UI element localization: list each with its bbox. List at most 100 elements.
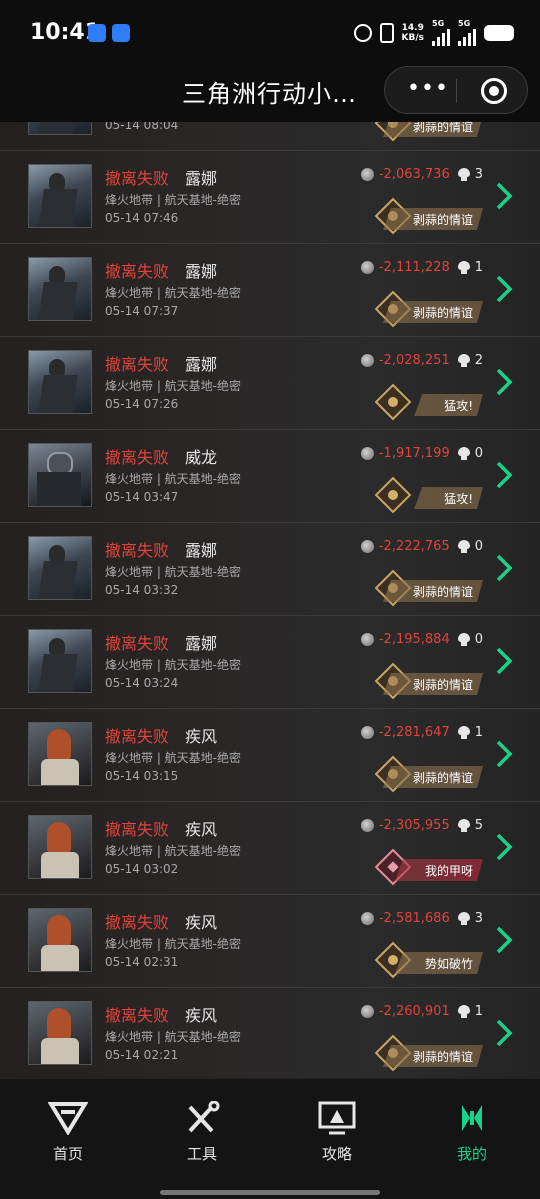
chevron-right-icon[interactable] xyxy=(494,460,514,490)
operator-name: 露娜 xyxy=(185,355,218,374)
operator-name: 露娜 xyxy=(185,262,218,281)
match-history-list-inner: 撤离失败 05-14 08:04 剥蒜的情谊 撤离失败 露娜 烽火地带 | 航天… xyxy=(0,122,540,1078)
capsule-close-icon[interactable] xyxy=(481,78,507,104)
operator-avatar xyxy=(28,536,92,600)
signal-2: 5G xyxy=(458,20,476,46)
skull-icon xyxy=(457,261,470,274)
operator-avatar xyxy=(28,908,92,972)
achievement-badge: 剥蒜的情谊 xyxy=(383,673,483,695)
match-record-row[interactable]: 撤离失败 露娜 烽火地带 | 航天基地-绝密 05-14 03:32 -2,22… xyxy=(0,523,540,616)
operator-name: 露娜 xyxy=(185,169,218,188)
asset-change-value: -2,063,736 xyxy=(378,167,450,182)
skull-icon xyxy=(457,354,470,367)
operator-avatar xyxy=(28,1001,92,1065)
coin-icon xyxy=(360,633,374,646)
achievement-badge: 剥蒜的情谊 xyxy=(383,1045,483,1067)
kill-count: 0 xyxy=(474,539,483,554)
chevron-right-icon[interactable] xyxy=(494,1018,514,1048)
match-record-row[interactable]: 撤离失败 威龙 烽火地带 | 航天基地-绝密 05-14 03:47 -1,91… xyxy=(0,430,540,523)
skull-icon xyxy=(457,1005,470,1018)
asset-change-value: -2,222,765 xyxy=(378,539,450,554)
value-and-kills: -2,260,901 1 xyxy=(360,1004,483,1019)
skull-icon xyxy=(457,168,470,181)
skull-icon xyxy=(457,447,470,460)
home-indicator[interactable] xyxy=(160,1190,380,1195)
value-and-kills: -2,111,228 1 xyxy=(360,260,483,275)
map-name: 烽火地带 | 航天基地-绝密 xyxy=(105,937,242,951)
tab-guide[interactable]: 攻略 xyxy=(297,1101,377,1164)
match-record-row[interactable]: 撤离失败 露娜 烽火地带 | 航天基地-绝密 05-14 03:24 -2,19… xyxy=(0,616,540,709)
guide-monitor-icon xyxy=(318,1101,356,1135)
tab-label: 攻略 xyxy=(321,1145,352,1163)
map-name: 烽火地带 | 航天基地-绝密 xyxy=(105,658,242,672)
kill-count: 1 xyxy=(474,1004,483,1019)
extraction-status: 撤离失败 xyxy=(105,1006,170,1025)
asset-change-value: -2,305,955 xyxy=(378,818,450,833)
tab-profile[interactable]: 我的 xyxy=(432,1101,512,1164)
chevron-right-icon[interactable] xyxy=(494,646,514,676)
match-record-row[interactable]: 撤离失败 05-14 08:04 剥蒜的情谊 xyxy=(0,122,540,151)
chevron-right-icon[interactable] xyxy=(494,925,514,955)
achievement-badge: 剥蒜的情谊 xyxy=(383,208,483,230)
achievement-badge: 剥蒜的情谊 xyxy=(383,301,483,323)
skull-icon xyxy=(457,540,470,553)
chevron-right-icon[interactable] xyxy=(494,739,514,769)
coin-icon xyxy=(360,447,374,460)
match-record-row[interactable]: 撤离失败 疾风 烽火地带 | 航天基地-绝密 05-14 02:31 -2,58… xyxy=(0,895,540,988)
coin-icon xyxy=(360,168,374,181)
operator-name: 疾风 xyxy=(185,1006,218,1025)
chevron-right-icon[interactable] xyxy=(494,553,514,583)
kill-count: 0 xyxy=(474,632,483,647)
coin-icon xyxy=(360,354,374,367)
battery-icon xyxy=(484,25,514,41)
value-and-kills: -2,281,647 1 xyxy=(360,725,483,740)
achievement-badge: 势如破竹 xyxy=(395,952,483,974)
map-name: 烽火地带 | 航天基地-绝密 xyxy=(105,844,242,858)
extraction-status: 撤离失败 xyxy=(105,913,170,932)
match-record-row[interactable]: 撤离失败 疾风 烽火地带 | 航天基地-绝密 05-14 03:02 -2,30… xyxy=(0,802,540,895)
vibrate-icon xyxy=(379,23,394,43)
more-dots-icon[interactable]: ••• xyxy=(407,78,449,100)
extraction-status: 撤离失败 xyxy=(105,634,170,653)
match-record-row[interactable]: 撤离失败 露娜 烽火地带 | 航天基地-绝密 05-14 07:46 -2,06… xyxy=(0,151,540,244)
home-logo-icon xyxy=(48,1102,88,1135)
skull-icon xyxy=(457,819,470,832)
extraction-status: 撤离失败 xyxy=(105,727,170,746)
match-time: 05-14 03:32 xyxy=(105,583,179,597)
asset-change-value: -2,281,647 xyxy=(378,725,450,740)
match-history-list[interactable]: 撤离失败 05-14 08:04 剥蒜的情谊 撤离失败 露娜 烽火地带 | 航天… xyxy=(0,122,540,1078)
map-name: 烽火地带 | 航天基地-绝密 xyxy=(105,751,242,765)
coin-icon xyxy=(360,912,374,925)
chevron-right-icon[interactable] xyxy=(494,367,514,397)
kill-count: 5 xyxy=(474,818,483,833)
skull-icon xyxy=(457,633,470,646)
bottom-tab-bar: 首页 工具 攻略 我的 xyxy=(0,1078,540,1199)
achievement-badge: 我的甲呀 xyxy=(395,859,483,881)
map-name: 烽火地带 | 航天基地-绝密 xyxy=(105,379,242,393)
match-record-row[interactable]: 撤离失败 露娜 烽火地带 | 航天基地-绝密 05-14 07:26 -2,02… xyxy=(0,337,540,430)
map-name: 烽火地带 | 航天基地-绝密 xyxy=(105,1030,242,1044)
coin-icon xyxy=(360,1005,374,1018)
achievement-badge: 猛攻! xyxy=(414,487,483,509)
kill-count: 1 xyxy=(474,260,483,275)
extraction-status: 撤离失败 xyxy=(105,169,170,188)
match-record-row[interactable]: 撤离失败 疾风 烽火地带 | 航天基地-绝密 05-14 03:15 -2,28… xyxy=(0,709,540,802)
coin-icon xyxy=(360,261,374,274)
system-status-bar: 10:41 14.9 KB/s 5G 5G xyxy=(0,0,540,66)
chevron-right-icon[interactable] xyxy=(494,181,514,211)
match-time: 05-14 03:02 xyxy=(105,862,179,876)
kill-count: 3 xyxy=(474,911,483,926)
match-time: 05-14 02:31 xyxy=(105,955,179,969)
coin-icon xyxy=(360,540,374,553)
map-name: 烽火地带 | 航天基地-绝密 xyxy=(105,472,242,486)
extraction-status: 撤离失败 xyxy=(105,355,170,374)
match-record-row[interactable]: 撤离失败 露娜 烽火地带 | 航天基地-绝密 05-14 07:37 -2,11… xyxy=(0,244,540,337)
chevron-right-icon[interactable] xyxy=(494,274,514,304)
match-record-row[interactable]: 撤离失败 疾风 烽火地带 | 航天基地-绝密 05-14 02:21 -2,26… xyxy=(0,988,540,1078)
chevron-right-icon[interactable] xyxy=(494,832,514,862)
tab-home[interactable]: 首页 xyxy=(28,1101,108,1164)
alarm-icon xyxy=(353,24,372,42)
operator-avatar xyxy=(28,122,92,135)
tab-tools[interactable]: 工具 xyxy=(162,1101,242,1164)
coin-icon xyxy=(360,819,374,832)
